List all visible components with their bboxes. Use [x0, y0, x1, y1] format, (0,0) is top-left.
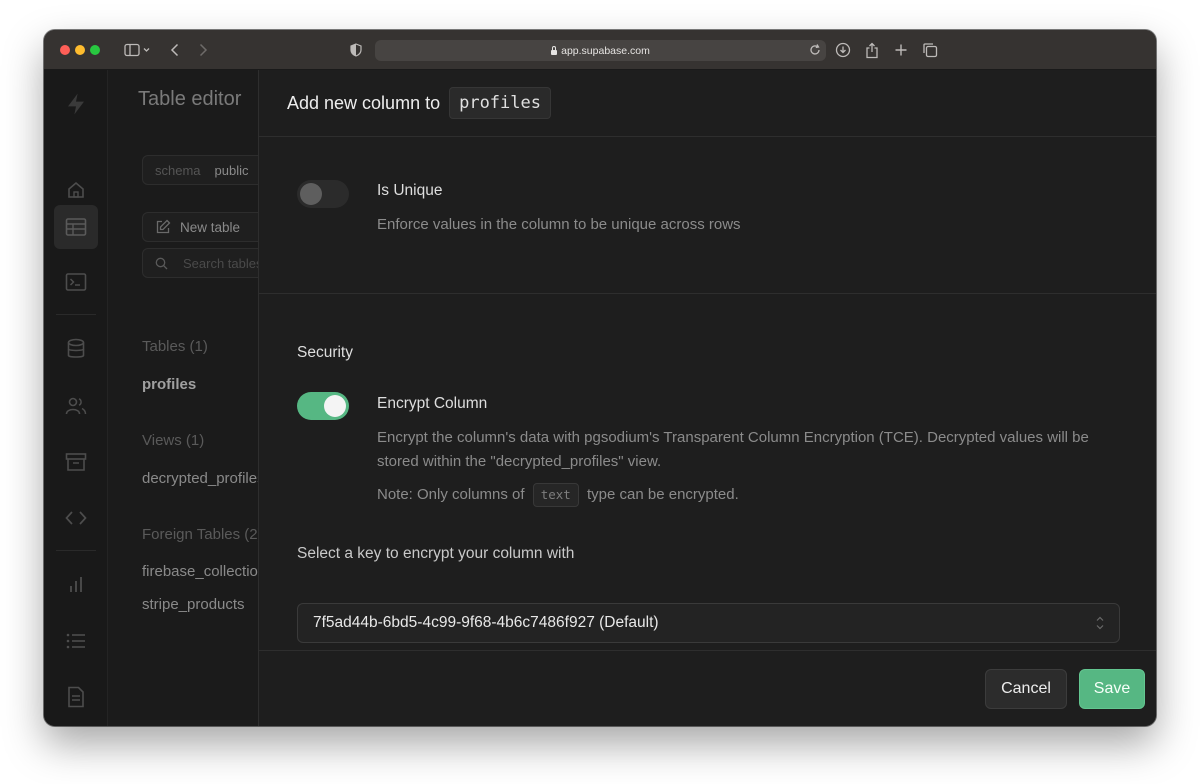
encrypt-note: Note: Only columns of text type can be e…: [377, 483, 1117, 508]
new-table-button[interactable]: New table: [142, 212, 258, 242]
foreign-table-item[interactable]: stripe_products: [142, 596, 245, 613]
security-heading: Security: [297, 344, 353, 361]
foreign-tables-heading: Foreign Tables (2): [142, 526, 258, 543]
search-icon: [155, 257, 168, 270]
note-code: text: [532, 483, 579, 508]
table-editor-panel: Table editor schema public New table Sea…: [108, 70, 258, 726]
toggle-knob: [324, 395, 346, 417]
encryption-key-value: 7f5ad44b-6bd5-4c99-9f68-4b6c7486f927 (De…: [313, 614, 659, 631]
views-heading: Views (1): [142, 432, 205, 449]
forward-icon[interactable]: [196, 40, 210, 60]
is-unique-toggle[interactable]: [297, 180, 349, 208]
table-item-profiles[interactable]: profiles: [142, 376, 196, 393]
is-unique-description: Enforce values in the column to be uniqu…: [377, 216, 741, 233]
reports-icon[interactable]: [64, 573, 88, 597]
search-placeholder: Search tables: [183, 255, 258, 271]
note-suffix: type can be encrypted.: [587, 486, 739, 503]
encrypt-column-toggle[interactable]: [297, 392, 349, 420]
cancel-button[interactable]: Cancel: [985, 669, 1067, 709]
supabase-logo-icon[interactable]: [64, 92, 88, 116]
sidebar-toggle-icon[interactable]: [120, 40, 154, 60]
new-table-label: New table: [180, 219, 241, 235]
database-icon[interactable]: [64, 337, 88, 361]
docs-icon[interactable]: [64, 685, 88, 709]
encryption-key-select[interactable]: 7f5ad44b-6bd5-4c99-9f68-4b6c7486f927 (De…: [297, 603, 1120, 643]
new-tab-icon[interactable]: [892, 40, 910, 60]
shield-icon[interactable]: [349, 40, 363, 60]
sheet-footer: Cancel Save: [259, 650, 1156, 726]
sheet-header: Add new column to profiles: [259, 70, 1156, 137]
home-icon[interactable]: [64, 178, 88, 202]
section-divider: [259, 293, 1156, 294]
schema-label: schema: [155, 162, 201, 178]
close-window-button[interactable]: [60, 45, 70, 55]
url-text: app.supabase.com: [561, 44, 650, 57]
zoom-window-button[interactable]: [90, 45, 100, 55]
edit-icon: [155, 219, 171, 235]
reload-icon[interactable]: [808, 43, 822, 62]
view-item-decrypted-profiles[interactable]: decrypted_profiles: [142, 470, 258, 487]
storage-icon[interactable]: [64, 450, 88, 474]
foreign-table-item[interactable]: firebase_collection: [142, 563, 258, 580]
key-select-label: Select a key to encrypt your column with: [297, 545, 575, 562]
encrypt-column-label: Encrypt Column: [377, 395, 488, 412]
page-title: Table editor: [138, 88, 242, 110]
logs-icon[interactable]: [64, 629, 88, 653]
code-icon[interactable]: [64, 506, 88, 530]
address-bar[interactable]: app.supabase.com: [375, 40, 826, 61]
users-icon[interactable]: [64, 394, 88, 418]
sql-editor-icon[interactable]: [64, 270, 88, 294]
share-icon[interactable]: [863, 40, 881, 60]
note-prefix: Note: Only columns of: [377, 486, 525, 503]
schema-selector[interactable]: schema public: [142, 155, 258, 185]
browser-titlebar: app.supabase.com: [44, 30, 1156, 70]
add-column-sheet: Add new column to profiles Is Unique Enf…: [258, 70, 1156, 726]
toggle-knob: [300, 183, 322, 205]
minimize-window-button[interactable]: [75, 45, 85, 55]
tables-heading: Tables (1): [142, 338, 208, 355]
schema-value: public: [214, 162, 249, 178]
sheet-title: Add new column to: [287, 92, 441, 113]
app-nav-rail: [44, 70, 108, 726]
tab-overview-icon[interactable]: [921, 40, 939, 60]
lock-icon: [551, 45, 558, 55]
back-icon[interactable]: [168, 40, 182, 60]
table-editor-icon[interactable]: [64, 215, 88, 239]
rail-divider: [56, 314, 96, 315]
rail-divider: [56, 550, 96, 551]
save-button[interactable]: Save: [1079, 669, 1145, 709]
chevron-up-down-icon: [1096, 616, 1104, 630]
encrypt-column-description: Encrypt the column's data with pgsodium'…: [377, 429, 1089, 470]
is-unique-label: Is Unique: [377, 182, 443, 199]
table-search-input[interactable]: Search tables: [142, 248, 258, 278]
table-name-pill: profiles: [449, 87, 551, 119]
download-icon[interactable]: [834, 40, 852, 60]
browser-window: app.supabase.com Table editor schema pub…: [44, 30, 1156, 726]
